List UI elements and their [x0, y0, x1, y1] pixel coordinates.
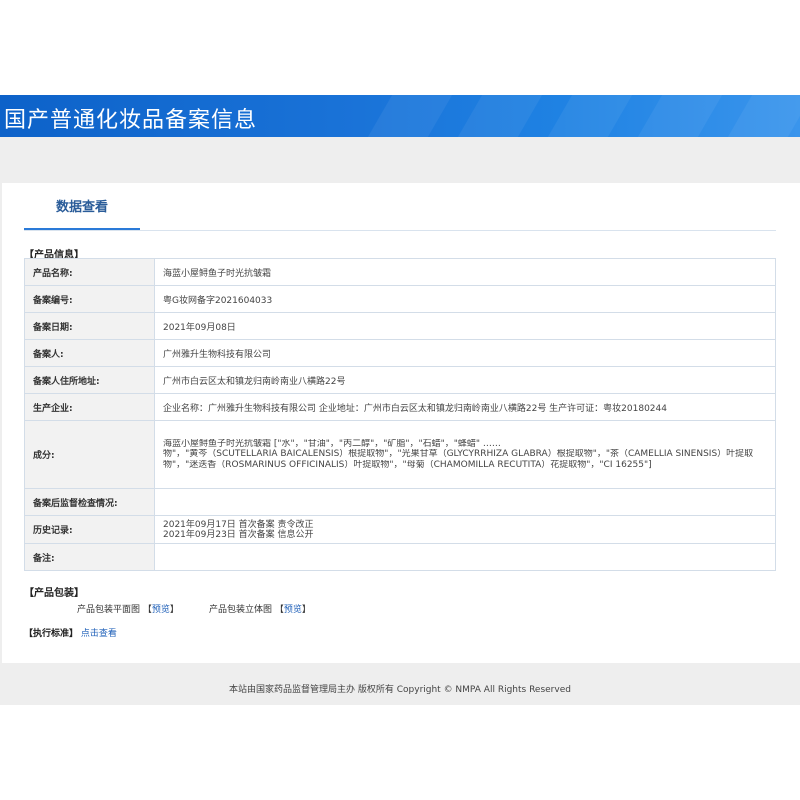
table-row: 备案日期: 2021年09月08日	[24, 312, 776, 340]
table-row: 备注:	[24, 543, 776, 571]
registrant-address-value: 广州市白云区太和镇龙归南岭南业八横路22号	[154, 366, 776, 394]
row-key: 备案后监督检查情况:	[24, 488, 155, 516]
row-key: 历史记录:	[24, 515, 155, 544]
ingredients-value: 海蓝小屋鲟鱼子时光抗皱霜 ["水"，"甘油"，"丙二醇"，"矿脂"，"石蜡"，"…	[154, 420, 776, 489]
inspection-value	[154, 488, 776, 516]
standard-view-link[interactable]: 点击查看	[81, 629, 117, 639]
packaging-solid-label: 产品包装立体图	[209, 605, 273, 615]
row-key: 生产企业:	[24, 393, 155, 421]
standard-row: 【执行标准】 点击查看	[24, 626, 117, 639]
registration-number-value: 粤G妆网备字2021604033	[154, 285, 776, 313]
packaging-label: 【产品包装】	[24, 588, 84, 599]
page-title: 国产普通化妆品备案信息	[4, 108, 258, 133]
table-row: 产品名称: 海蓝小屋鲟鱼子时光抗皱霜	[24, 258, 776, 286]
product-name-value: 海蓝小屋鲟鱼子时光抗皱霜	[154, 258, 776, 286]
row-key: 成分:	[24, 420, 155, 489]
packaging-solid-item: 产品包装立体图 【预览】	[209, 602, 311, 615]
ingredients-line: 物"，"迷迭香（ROSMARINUS OFFICINALIS）叶提取物"，"母菊…	[163, 459, 652, 470]
row-key: 备案编号:	[24, 285, 155, 313]
row-key: 备案日期:	[24, 312, 155, 340]
table-row: 备案人: 广州雅升生物科技有限公司	[24, 339, 776, 367]
row-key: 备注:	[24, 543, 155, 571]
packaging-flat-item: 产品包装平面图 【预览】	[77, 602, 179, 615]
ingredients-line: 物"，"黄芩（SCUTELLARIA BAICALENSIS）根提取物"，"光果…	[163, 449, 754, 460]
row-key: 产品名称:	[24, 258, 155, 286]
history-line: 2021年09月23日 首次备案 信息公开	[163, 529, 314, 540]
bracket-close: 】	[169, 605, 179, 615]
history-line: 2021年09月17日 首次备案 责令改正	[163, 519, 314, 530]
registrant-value: 广州雅升生物科技有限公司	[154, 339, 776, 367]
tab-bar: 数据查看	[24, 188, 776, 231]
history-value: 2021年09月17日 首次备案 责令改正 2021年09月23日 首次备案 信…	[154, 515, 776, 544]
preview-solid-link[interactable]: 预览	[284, 605, 302, 615]
table-row: 备案编号: 粤G妆网备字2021604033	[24, 285, 776, 313]
bracket-open: 【	[142, 605, 152, 615]
product-info-table: 产品名称: 海蓝小屋鲟鱼子时光抗皱霜 备案编号: 粤G妆网备字202160403…	[24, 258, 776, 571]
bracket-open: 【	[274, 605, 284, 615]
table-row: 生产企业: 企业名称：广州雅升生物科技有限公司 企业地址：广州市白云区太和镇龙归…	[24, 393, 776, 421]
table-row: 历史记录: 2021年09月17日 首次备案 责令改正 2021年09月23日 …	[24, 515, 776, 544]
table-row: 成分: 海蓝小屋鲟鱼子时光抗皱霜 ["水"，"甘油"，"丙二醇"，"矿脂"，"石…	[24, 420, 776, 489]
top-whitespace	[0, 0, 800, 95]
table-row: 备案后监督检查情况:	[24, 488, 776, 516]
preview-flat-link[interactable]: 预览	[152, 605, 170, 615]
standard-label: 【执行标准】	[24, 629, 79, 639]
remarks-value	[154, 543, 776, 571]
bracket-close: 】	[301, 605, 311, 615]
row-key: 备案人:	[24, 339, 155, 367]
registration-date-value: 2021年09月08日	[154, 312, 776, 340]
packaging-flat-label: 产品包装平面图	[77, 605, 141, 615]
table-row: 备案人住所地址: 广州市白云区太和镇龙归南岭南业八横路22号	[24, 366, 776, 394]
header-banner: 国产普通化妆品备案信息	[0, 95, 800, 137]
row-key: 备案人住所地址:	[24, 366, 155, 394]
tab-data-view[interactable]: 数据查看	[24, 188, 140, 230]
ingredients-line: 海蓝小屋鲟鱼子时光抗皱霜 ["水"，"甘油"，"丙二醇"，"矿脂"，"石蜡"，"…	[163, 438, 501, 449]
manufacturer-value: 企业名称：广州雅升生物科技有限公司 企业地址：广州市白云区太和镇龙归南岭南业八横…	[154, 393, 776, 421]
footer-copyright: 本站由国家药品监督管理局主办 版权所有 Copyright © NMPA All…	[229, 685, 571, 695]
